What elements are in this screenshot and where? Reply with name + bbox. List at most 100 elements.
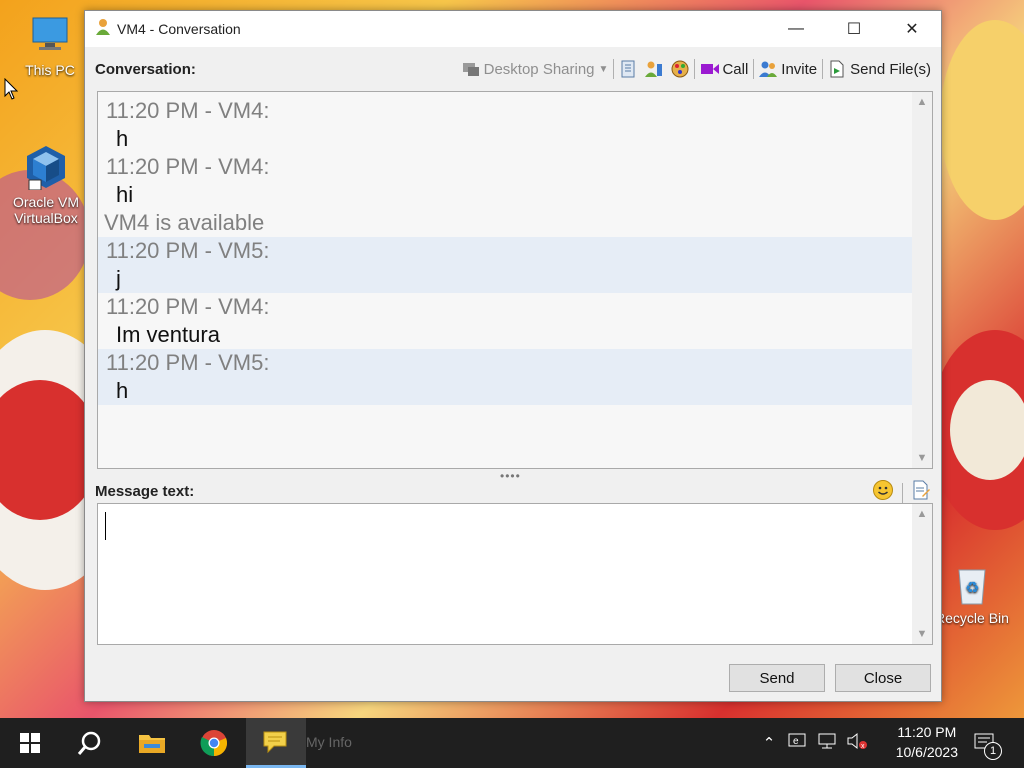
user-icon: [95, 18, 111, 41]
message-header: 11:20 PM - VM5:: [106, 238, 270, 263]
toolbar-separator: [694, 59, 696, 79]
scroll-down-icon[interactable]: ▼: [912, 448, 932, 468]
invite-users-icon: [759, 60, 778, 78]
send-files-label: Send File(s): [850, 60, 931, 78]
contact-info-button[interactable]: [645, 60, 663, 78]
contact-info-icon: [645, 60, 663, 78]
message-text: h: [116, 378, 129, 403]
message-header: 11:20 PM - VM4:: [106, 98, 270, 123]
desktop-icon-label: Oracle VM: [12, 194, 80, 210]
send-files-button[interactable]: Send File(s): [828, 60, 931, 78]
scroll-up-icon[interactable]: ▲: [912, 504, 932, 524]
conversation-label: Conversation:: [95, 60, 196, 78]
message-tools: [872, 479, 931, 506]
send-file-icon: [828, 60, 846, 78]
monitor-tray-icon[interactable]: [812, 732, 842, 754]
message-text: hi: [116, 182, 134, 207]
message-header: 11:20 PM - VM5:: [106, 350, 270, 375]
desktop-icon-this-pc[interactable]: This PC: [10, 12, 90, 78]
emoticons-button[interactable]: [671, 60, 689, 78]
scroll-down-icon[interactable]: ▼: [912, 624, 932, 644]
chrome-icon: [200, 730, 227, 757]
svg-text:♻: ♻: [965, 580, 979, 597]
toolbar-separator: [753, 59, 755, 79]
window-title: VM4 - Conversation: [117, 21, 241, 37]
call-button[interactable]: Call: [700, 60, 748, 78]
wallpaper-shape: [940, 20, 1024, 220]
svg-text:x: x: [861, 743, 865, 750]
smiley-icon[interactable]: [872, 479, 894, 506]
minimize-button[interactable]: —: [767, 11, 825, 47]
message-entry: 11:20 PM - VM4: Im ventura: [98, 293, 932, 349]
clock-time: 11:20 PM: [897, 724, 957, 740]
send-button[interactable]: Send: [729, 664, 825, 692]
search-icon: [77, 731, 101, 755]
text-caret: [105, 512, 106, 540]
search-button[interactable]: [60, 718, 120, 768]
notifications-button[interactable]: 1: [960, 718, 1010, 768]
call-label: Call: [722, 60, 749, 78]
message-entry: 11:20 PM - VM4: h: [98, 97, 932, 153]
title-bar[interactable]: VM4 - Conversation — ☐ ✕: [85, 11, 941, 47]
messenger-taskbar-button[interactable]: [246, 718, 306, 768]
windows-logo-icon: [20, 733, 40, 753]
message-entry: 11:20 PM - VM4: hi: [98, 153, 932, 209]
invite-button[interactable]: Invite: [759, 60, 817, 78]
close-window-button[interactable]: ✕: [883, 11, 941, 47]
desktop-icon-label: This PC: [25, 62, 75, 78]
desktop-sharing-icon: [462, 60, 480, 78]
clock-date: 10/6/2023: [895, 744, 958, 760]
presence-status: VM4 is available: [104, 210, 265, 235]
recycle-bin-icon: ♻: [949, 560, 995, 606]
file-explorer-button[interactable]: [122, 718, 182, 768]
message-input[interactable]: ▲ ▼: [97, 503, 933, 645]
svg-text:e: e: [793, 736, 799, 747]
start-button[interactable]: [0, 718, 60, 768]
conversation-window: VM4 - Conversation — ☐ ✕ Conversation: D…: [84, 10, 942, 702]
toolbar-separator: [613, 59, 615, 79]
taskbar-clock[interactable]: 11:20 PM 10/6/2023: [896, 722, 958, 762]
folder-icon: [139, 735, 165, 753]
taskbar: ⌃ e x 11:20 PM 10/6/2023 1: [0, 718, 1024, 768]
video-camera-icon: [700, 60, 720, 78]
message-scrollbar[interactable]: ▲ ▼: [912, 504, 932, 644]
message-entry: 11:20 PM - VM5: h: [98, 349, 932, 405]
toolbar-separator: [822, 59, 824, 79]
conversation-log[interactable]: 11:20 PM - VM4: h 11:20 PM - VM4: hi VM4…: [97, 91, 933, 469]
toolbar-separator: [902, 482, 903, 503]
desktop-sharing-label: Desktop Sharing: [483, 60, 595, 78]
network-tray-icon[interactable]: e: [782, 732, 812, 754]
toolbar-actions: Desktop Sharing ▼ Call Invite Send File(…: [462, 57, 931, 81]
message-text-label: Message text:: [95, 482, 195, 500]
message-header: 11:20 PM - VM4:: [106, 294, 270, 319]
message-text: j: [116, 266, 121, 291]
palette-icon: [671, 60, 689, 78]
history-button[interactable]: [619, 60, 637, 78]
maximize-button[interactable]: ☐: [825, 11, 883, 47]
message-entry: 11:20 PM - VM5: j: [98, 237, 932, 293]
desktop-sharing-button[interactable]: Desktop Sharing ▼: [462, 60, 609, 78]
invite-label: Invite: [781, 60, 818, 78]
conversation-toolbar: Conversation: Desktop Sharing ▼ Call Inv…: [95, 57, 931, 81]
system-tray: ⌃ e x: [756, 718, 872, 768]
chat-bubble-icon: [263, 731, 287, 754]
taskbar-ghost-text: My Info: [306, 734, 352, 750]
monitor-icon: [27, 12, 73, 58]
chevron-down-icon: ▼: [598, 63, 609, 75]
message-toolbar: Message text:: [95, 479, 931, 503]
conversation-scrollbar[interactable]: ▲ ▼: [912, 92, 932, 468]
close-button[interactable]: Close: [835, 664, 931, 692]
mouse-cursor-icon: [4, 77, 19, 105]
edit-document-icon[interactable]: [911, 480, 931, 505]
book-icon: [619, 60, 637, 78]
chevron-up-icon[interactable]: ⌃: [756, 734, 782, 752]
message-header: 11:20 PM - VM4:: [106, 154, 270, 179]
scroll-up-icon[interactable]: ▲: [912, 92, 932, 112]
virtualbox-icon: [23, 144, 69, 191]
message-text: Im ventura: [116, 322, 220, 347]
message-text: h: [116, 126, 129, 151]
desktop-icon-virtualbox[interactable]: Oracle VM VirtualBox: [6, 144, 86, 226]
speaker-muted-icon[interactable]: x: [842, 732, 872, 754]
chrome-button[interactable]: [184, 718, 244, 768]
desktop-icon-label: VirtualBox: [14, 210, 78, 226]
